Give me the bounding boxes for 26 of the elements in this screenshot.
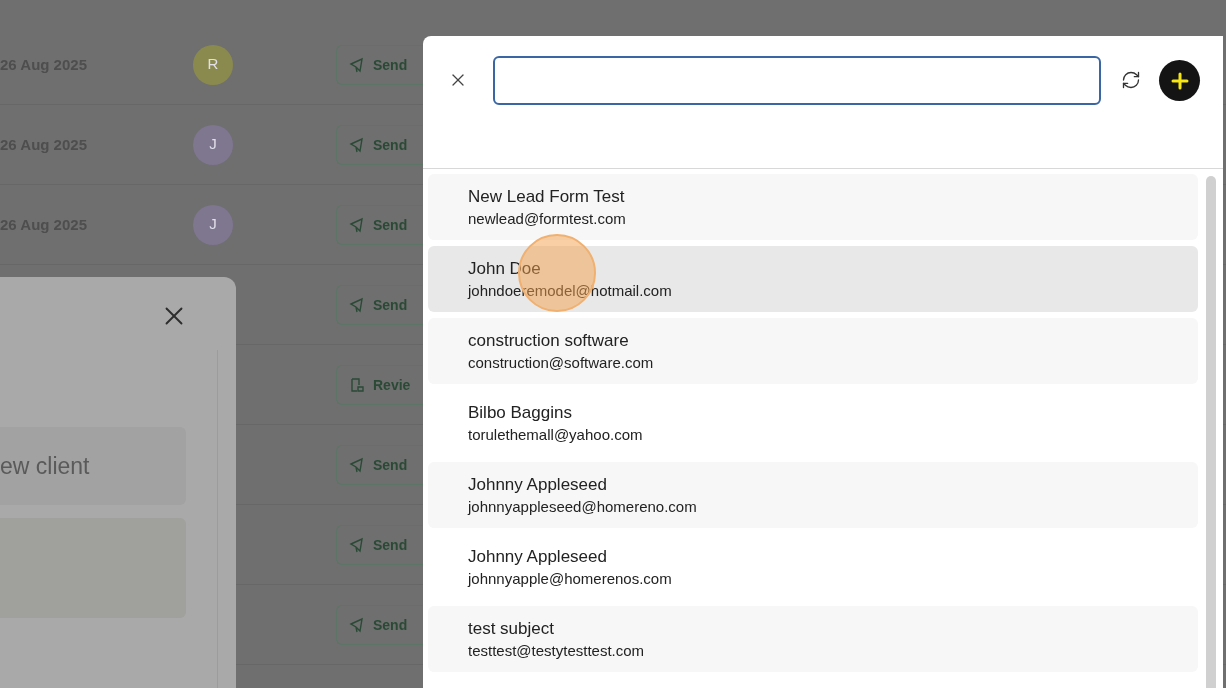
contact-name: Johnny Appleseed (468, 546, 608, 568)
scrollbar[interactable] (1206, 176, 1216, 688)
avatar: J (193, 204, 233, 245)
contact-email: torulethemall@yahoo.com (468, 425, 644, 445)
avatar: J (193, 124, 233, 165)
contact-item[interactable]: test subject testtest@testytesttest.com (428, 606, 1198, 672)
contact-name: test subject (468, 618, 555, 640)
document-icon (349, 376, 365, 393)
contact-name: construction software (468, 330, 630, 352)
refresh-icon (1121, 70, 1141, 90)
contact-email: testtest@testytesttest.com (468, 641, 646, 661)
contact-email: construction@software.com (468, 353, 655, 373)
contact-name: Bilbo Baggins (468, 402, 573, 424)
avatar: R (193, 44, 233, 85)
contact-item[interactable]: New Lead Form Test newlead@formtest.com (428, 174, 1198, 240)
option-label: ew client (0, 451, 90, 481)
contact-item[interactable]: construction software construction@software.com (428, 318, 1198, 384)
contact-email: johnnyapple@homerenos.com (468, 569, 673, 589)
search-field[interactable] (493, 56, 1101, 105)
contact-name: New Lead Form Test (468, 186, 626, 208)
contact-email: newlead@formtest.com (468, 209, 627, 229)
contact-name: Johnny Appleseed (468, 474, 608, 496)
option-card[interactable]: ew client (0, 427, 186, 505)
add-button[interactable] (1159, 60, 1200, 101)
contact-item[interactable]: Johnny Appleseed johnnyappleseed@homereno.com (428, 462, 1198, 528)
contact-email: johnnyappleseed@homereno.com (468, 497, 698, 517)
